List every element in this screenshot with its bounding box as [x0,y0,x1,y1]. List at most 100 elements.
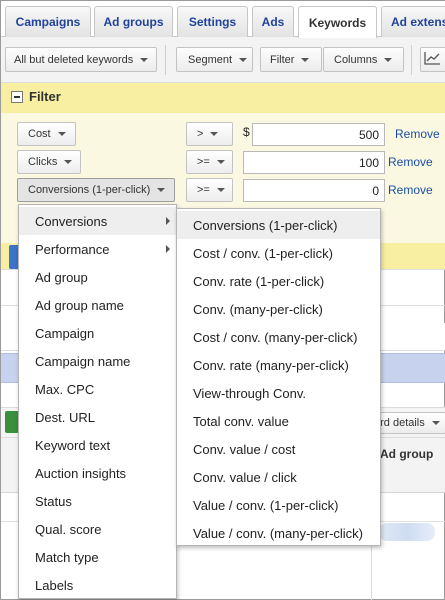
submenu-item[interactable]: Conv. value / click [177,463,380,491]
menu-item-label: Campaign name [35,353,131,369]
menu-item[interactable]: Qual. score [19,515,176,543]
menu-item-label: Campaign [35,325,95,341]
menu-item-label: Status [35,493,72,509]
chevron-right-icon [166,217,170,225]
submenu-item-label: Cost / conv. (1-per-click) [193,245,333,261]
filter-label: Filter [270,53,295,66]
submenu-item-label: Value / conv. (1-per-click) [193,497,339,513]
filter-value-input[interactable] [243,151,385,174]
chevron-down-icon [210,132,219,136]
filter-value-input[interactable] [243,179,385,202]
submenu-item[interactable]: Cost / conv. (1-per-click) [177,239,380,267]
menu-item[interactable]: Keyword text [19,431,176,459]
chevron-down-icon [216,160,225,164]
menu-item[interactable]: Max. CPC [19,375,176,403]
filter-value-input[interactable] [252,123,385,146]
remove-filter-link[interactable]: Remove [388,155,433,169]
tab-ad-groups[interactable]: Ad groups [94,6,173,37]
menu-item[interactable]: Dest. URL [19,403,176,431]
tab-keywords[interactable]: Keywords [298,6,377,38]
chart-toggle-button[interactable] [420,47,445,72]
filter-operator-dropdown[interactable]: >= [186,150,233,174]
filter-metric-dropdown[interactable]: Clicks [17,150,81,174]
menu-item[interactable]: Campaign [19,319,176,347]
tab-campaigns[interactable]: Campaigns [5,6,91,37]
filter-operator-dropdown[interactable]: > [186,122,233,146]
remove-filter-link[interactable]: Remove [388,183,433,197]
menu-item[interactable]: Auction insights [19,459,176,487]
menu-item[interactable]: Ad group [19,263,176,291]
columns-dropdown[interactable]: Columns [323,47,404,72]
chevron-right-icon [166,245,170,253]
chevron-down-icon [64,160,73,164]
menu-item-label: Dest. URL [35,409,95,425]
submenu-item-label: Conv. (many-per-click) [193,301,323,317]
submenu-item[interactable]: Cost / conv. (many-per-click) [177,323,380,351]
remove-filter-link[interactable]: Remove [395,127,440,141]
submenu-item-label: Conv. rate (1-per-click) [193,273,325,289]
menu-item[interactable]: Conversions [19,207,176,235]
submenu-item[interactable]: Conversions (1-per-click) [177,211,380,239]
menu-item-label: Ad group name [35,297,124,313]
menu-item-label: Performance [35,241,110,257]
filter-metric-dropdown[interactable]: Conversions (1-per-click) [17,178,175,202]
segment-label: Segment [188,53,233,66]
filter-operator-dropdown[interactable]: >= [186,178,233,202]
filter-metric-label: Cost [28,128,51,140]
chevron-down-icon [384,57,393,62]
filter-metric-label: Clicks [28,156,58,168]
submenu-item[interactable]: Conv. rate (many-per-click) [177,351,380,379]
tab-bar: Campaigns Ad groups Settings Ads Keyword… [1,1,445,38]
chevron-down-icon [140,57,149,62]
conversions-submenu: Conversions (1-per-click) Cost / conv. (1… [176,208,381,546]
tab-ad-extensions[interactable]: Ad extens [381,6,445,37]
submenu-item-label: View-through Conv. [193,385,306,401]
filter-metric-dropdown[interactable]: Cost [17,122,76,146]
tab-ads[interactable]: Ads [252,6,294,37]
submenu-item[interactable]: Conv. value / cost [177,435,380,463]
menu-item-label: Ad group [35,269,88,285]
filter-operator-label: > [197,128,204,140]
menu-item-label: Conversions [35,213,108,229]
tab-settings[interactable]: Settings [177,6,248,37]
filter-category-menu: Conversions Performance Ad group Ad group n… [18,204,177,599]
submenu-item[interactable]: Conv. (many-per-click) [177,295,380,323]
menu-item-label: Max. CPC [35,381,95,397]
submenu-item[interactable]: Value / conv. (1-per-click) [177,491,380,519]
menu-item[interactable]: Match type [19,543,176,571]
submenu-item-label: Value / conv. (many-per-click) [193,525,364,541]
submenu-item-label: Total conv. value [193,413,289,429]
toolbar-divider [165,45,166,75]
column-header-ad-group[interactable]: Ad group [380,447,433,461]
menu-item[interactable]: Labels [19,571,176,599]
columns-label: Columns [334,53,378,66]
filter-operator-label: >= [197,156,210,168]
submenu-item[interactable]: Value / conv. (many-per-click) [177,519,380,547]
menu-item[interactable]: Status [19,487,176,515]
blurred-cell [379,523,435,541]
submenu-item-label: Cost / conv. (many-per-click) [193,329,358,345]
collapse-icon[interactable] [11,91,23,103]
view-filter-dropdown[interactable]: All but deleted keywords [5,47,157,72]
submenu-item[interactable]: Conv. rate (1-per-click) [177,267,380,295]
submenu-item-label: Conv. value / cost [193,441,296,457]
view-filter-label: All but deleted keywords [14,53,134,66]
menu-item[interactable]: Campaign name [19,347,176,375]
filter-operator-label: >= [197,184,210,196]
submenu-item[interactable]: View-through Conv. [177,379,380,407]
keyword-details-label: ord details [374,417,425,429]
submenu-item-label: Conv. value / click [193,469,297,485]
menu-item-label: Match type [35,549,99,565]
segment-dropdown[interactable]: Segment [176,47,253,72]
filter-title: Filter [29,89,61,104]
chevron-down-icon [216,188,225,192]
toolbar-divider [411,45,412,75]
line-chart-icon [424,52,440,65]
submenu-item[interactable]: Total conv. value [177,407,380,435]
add-keyword-button[interactable] [5,411,19,433]
submenu-item-label: Conversions (1-per-click) [193,217,338,233]
menu-item[interactable]: Performance [19,235,176,263]
menu-item[interactable]: Ad group name [19,291,176,319]
menu-item-label: Auction insights [35,465,127,481]
filter-dropdown[interactable]: Filter [260,47,322,72]
